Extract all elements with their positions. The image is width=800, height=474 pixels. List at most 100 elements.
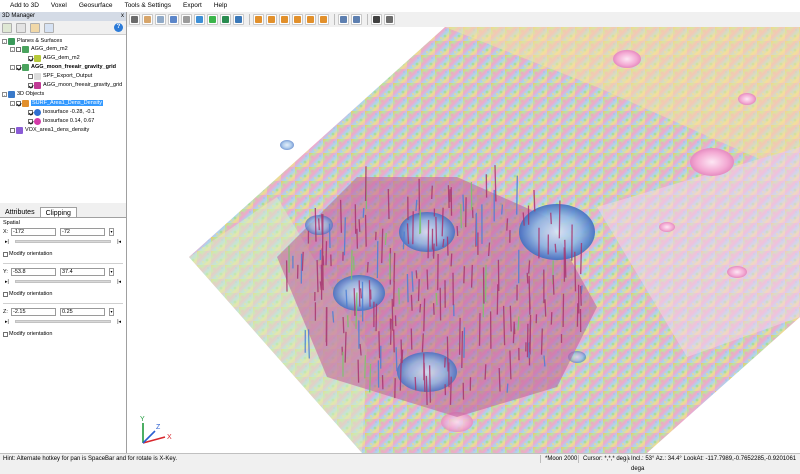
isosurface-spike bbox=[510, 306, 511, 332]
z-range-slider[interactable]: ▸| |◂ bbox=[3, 318, 123, 325]
tree-node[interactable]: AGG_moon_freeair_gravity_grid bbox=[28, 81, 122, 89]
tree-node[interactable]: Isosurface -0.28, -0.1 bbox=[28, 108, 95, 116]
x-max-field[interactable]: -72 bbox=[60, 228, 105, 236]
y-slider-left-arrow[interactable]: ▸| bbox=[5, 279, 9, 285]
menu-export[interactable]: Export bbox=[177, 0, 208, 12]
tree-expander-icon[interactable]: - bbox=[10, 101, 15, 106]
tree-node[interactable]: SPF_Export_Output bbox=[28, 72, 92, 80]
fit-view-button[interactable] bbox=[207, 14, 218, 25]
zoom-button[interactable] bbox=[155, 14, 166, 25]
menu-add-to-3d[interactable]: Add to 3D bbox=[4, 0, 45, 12]
tree-visibility-checkbox[interactable] bbox=[10, 128, 15, 133]
tree-visibility-checkbox[interactable] bbox=[28, 56, 33, 61]
menu-help[interactable]: Help bbox=[208, 0, 233, 12]
isosurface-spike bbox=[345, 332, 346, 363]
tree-node-label: SPF_Export_Output bbox=[43, 73, 92, 79]
y-max-field[interactable]: 37.4 bbox=[60, 268, 105, 276]
tree-node[interactable]: AGG_dem_m2 bbox=[28, 54, 80, 62]
tree-node[interactable]: -AGG_moon_freeair_gravity_grid bbox=[10, 63, 116, 71]
isosurface-spike bbox=[480, 313, 481, 346]
tree-expander-icon[interactable]: - bbox=[2, 39, 7, 44]
view-left-button[interactable] bbox=[279, 14, 290, 25]
tree-node-label: 3D Objects bbox=[17, 91, 44, 97]
z-max-field[interactable]: 0.25 bbox=[60, 308, 105, 316]
tree-visibility-checkbox[interactable] bbox=[16, 65, 21, 70]
isosurface-spike bbox=[396, 347, 397, 371]
menu-voxel[interactable]: Voxel bbox=[45, 0, 73, 12]
tab-clipping[interactable]: Clipping bbox=[40, 207, 77, 217]
tree-node[interactable]: - 3D Objects bbox=[2, 90, 44, 98]
settings-button[interactable] bbox=[338, 14, 349, 25]
rotate-button[interactable] bbox=[168, 14, 179, 25]
isosurface-spike bbox=[472, 265, 473, 288]
isosurface-spike bbox=[319, 218, 320, 230]
fly-button[interactable] bbox=[181, 14, 192, 25]
tree-visibility-checkbox[interactable] bbox=[28, 74, 33, 79]
y-slider-right-arrow[interactable]: |◂ bbox=[117, 279, 121, 285]
view-back-button[interactable] bbox=[266, 14, 277, 25]
help-icon[interactable]: ? bbox=[114, 23, 123, 32]
x-spinner[interactable]: ▾ bbox=[109, 228, 114, 236]
isosurface-spike bbox=[367, 262, 368, 273]
pan-hand-button[interactable] bbox=[142, 14, 153, 25]
x-range-slider[interactable]: ▸| |◂ bbox=[3, 238, 123, 245]
tab-attributes[interactable]: Attributes bbox=[0, 207, 40, 217]
isosurface-spike bbox=[462, 331, 463, 368]
record-button[interactable] bbox=[371, 14, 382, 25]
tree-node[interactable]: VOX_area1_dens_density bbox=[10, 126, 89, 134]
isosurface-spike bbox=[343, 317, 344, 333]
isosurface-spike bbox=[434, 303, 435, 315]
triad-y-label: Y bbox=[140, 416, 145, 423]
tree-expander-icon[interactable]: - bbox=[2, 92, 7, 97]
3d-viewport[interactable]: X Y Z bbox=[127, 27, 800, 453]
add-layer-button[interactable] bbox=[2, 23, 12, 33]
tree-node-label: AGG_dem_m2 bbox=[31, 46, 68, 52]
render-mode-button[interactable] bbox=[233, 14, 244, 25]
3d-scene[interactable]: X Y Z bbox=[127, 27, 800, 453]
tree-expander-icon[interactable]: - bbox=[10, 47, 15, 52]
remove-layer-button[interactable] bbox=[16, 23, 26, 33]
tree-visibility-checkbox[interactable] bbox=[16, 101, 21, 106]
isosurface-spike bbox=[575, 252, 576, 292]
z-slider-right-arrow[interactable]: |◂ bbox=[117, 319, 121, 325]
tree-node[interactable]: - AGG_dem_m2 bbox=[10, 45, 68, 53]
x-slider-left-arrow[interactable]: ▸| bbox=[5, 239, 9, 245]
close-icon[interactable]: x bbox=[121, 12, 124, 21]
link-button[interactable] bbox=[44, 23, 54, 33]
properties-button[interactable] bbox=[30, 23, 40, 33]
menu-tools-settings[interactable]: Tools & Settings bbox=[118, 0, 177, 12]
z-slider-left-arrow[interactable]: ▸| bbox=[5, 319, 9, 325]
view-front-button[interactable] bbox=[253, 14, 264, 25]
pointer-button[interactable] bbox=[129, 14, 140, 25]
x-modify-orientation-checkbox[interactable] bbox=[3, 252, 8, 257]
layer-type-icon bbox=[34, 55, 41, 62]
x-slider-right-arrow[interactable]: |◂ bbox=[117, 239, 121, 245]
z-modify-orientation-checkbox[interactable] bbox=[3, 332, 8, 337]
tree-visibility-checkbox[interactable] bbox=[28, 119, 33, 124]
menu-geosurface[interactable]: Geosurface bbox=[73, 0, 119, 12]
view-bottom-button[interactable] bbox=[318, 14, 329, 25]
z-min-field[interactable]: -2.15 bbox=[11, 308, 56, 316]
tree-visibility-checkbox[interactable] bbox=[28, 110, 33, 115]
isosurface-spike bbox=[451, 254, 452, 267]
y-min-field[interactable]: -53.8 bbox=[11, 268, 56, 276]
tree-visibility-checkbox[interactable] bbox=[16, 47, 21, 52]
tree-node-label: VOX_area1_dens_density bbox=[25, 127, 89, 133]
view-top-button[interactable] bbox=[305, 14, 316, 25]
camera-button[interactable] bbox=[220, 14, 231, 25]
tree-visibility-checkbox[interactable] bbox=[28, 83, 33, 88]
x-min-field[interactable]: -172 bbox=[11, 228, 56, 236]
view-right-button[interactable] bbox=[292, 14, 303, 25]
tree-node[interactable]: -Planes & Surfaces bbox=[2, 37, 62, 45]
globe-button[interactable] bbox=[194, 14, 205, 25]
y-modify-orientation-checkbox[interactable] bbox=[3, 292, 8, 297]
tree-node[interactable]: Isosurface 0.14, 0.67 bbox=[28, 117, 94, 125]
y-spinner[interactable]: ▾ bbox=[109, 268, 114, 276]
export-button[interactable] bbox=[384, 14, 395, 25]
snapshot-button[interactable] bbox=[351, 14, 362, 25]
z-spinner[interactable]: ▾ bbox=[109, 308, 114, 316]
tree-expander-icon[interactable]: - bbox=[10, 65, 15, 70]
y-range-slider[interactable]: ▸| |◂ bbox=[3, 278, 123, 285]
tree-node[interactable]: -SURF_Area1_Dens_Density bbox=[10, 99, 103, 107]
isosurface-spike bbox=[399, 288, 400, 304]
